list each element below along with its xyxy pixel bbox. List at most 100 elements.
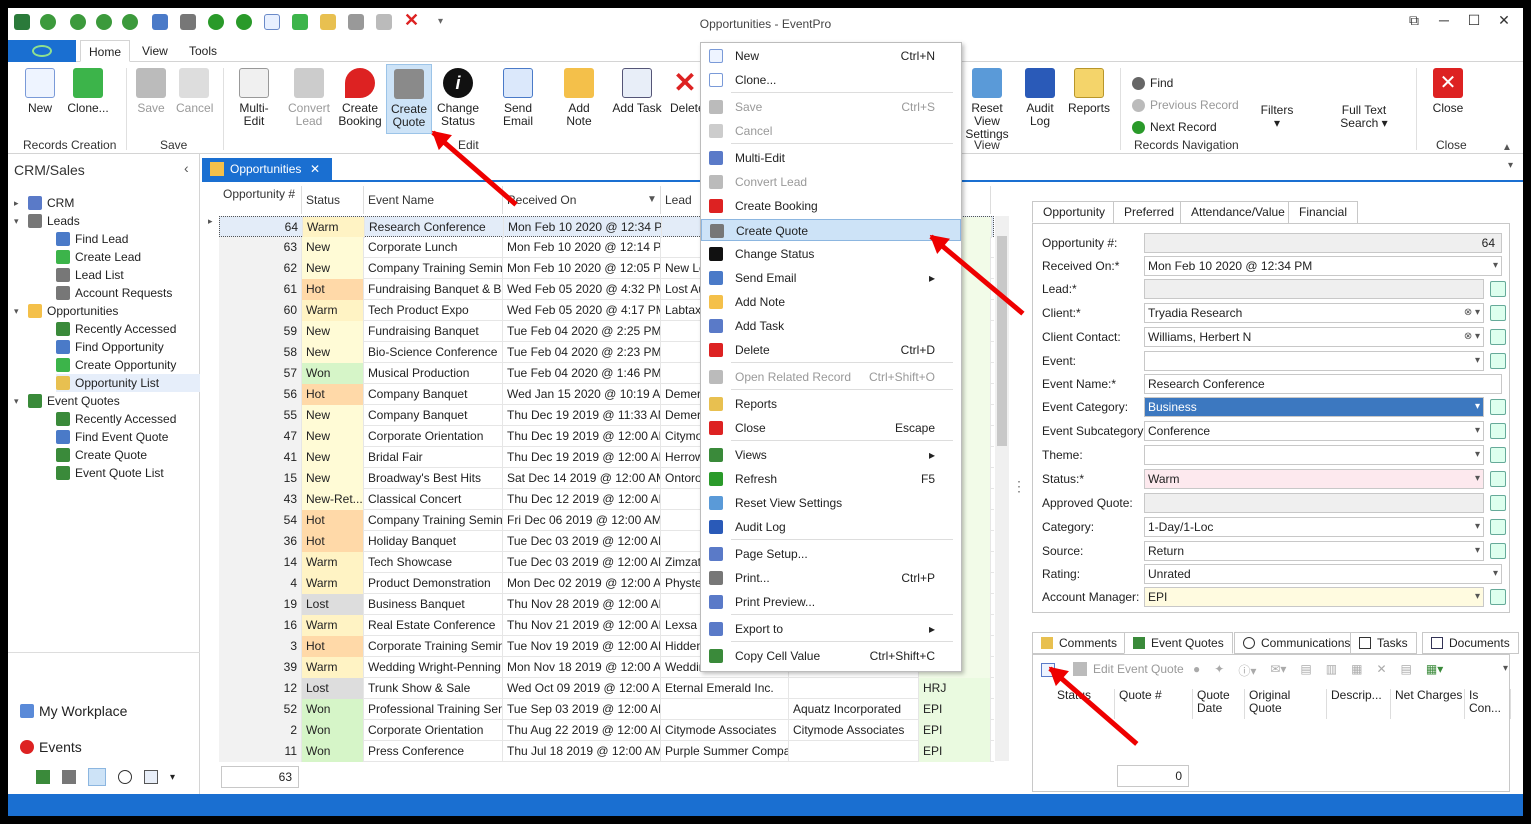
tab-tasks[interactable]: Tasks — [1350, 632, 1417, 654]
tab-event-quotes[interactable]: Event Quotes — [1124, 632, 1233, 654]
application-menu-button[interactable] — [8, 40, 76, 62]
table-row[interactable]: 11 Won Press Conference Thu Jul 18 2019 @ 1… — [219, 741, 994, 762]
lookup-button[interactable] — [1490, 495, 1506, 511]
dropdown-arrow-icon[interactable]: ▾ — [1475, 352, 1480, 370]
menu-item[interactable]: Create Booking — [701, 195, 961, 217]
module-icon-1[interactable] — [36, 770, 50, 784]
menu-item[interactable]: Send Email ▸ — [701, 267, 961, 289]
clear-icon[interactable]: ⊗ ▾ — [1464, 304, 1480, 322]
nav-item[interactable]: Recently Accessed — [56, 320, 176, 338]
multi-edit-button[interactable]: Multi-Edit — [230, 68, 278, 128]
doc-tabs-dropdown-icon[interactable]: ▾ — [1508, 160, 1513, 171]
field-input[interactable] — [1144, 493, 1484, 513]
dropdown-arrow-icon[interactable]: ▾ — [1475, 446, 1480, 464]
report-gray-icon[interactable]: ▤ — [1401, 662, 1412, 676]
scroll-thumb[interactable] — [997, 236, 1007, 446]
create-quote-button[interactable]: Create Quote — [386, 64, 432, 134]
edit-quote-icon[interactable] — [1073, 662, 1087, 676]
change-status-button[interactable]: i Change Status — [436, 68, 480, 128]
table-row[interactable]: 2 Won Corporate Orientation Thu Aug 22 2019… — [219, 720, 994, 741]
more-modules-icon[interactable]: ▾ — [170, 772, 175, 783]
menu-item[interactable]: Audit Log — [701, 516, 961, 538]
menu-item[interactable]: Print... Ctrl+P — [701, 567, 961, 589]
dropdown-arrow-icon[interactable]: ▾ — [1475, 518, 1480, 536]
full-text-search-button[interactable]: Full Text Search ▾ — [1334, 104, 1394, 130]
reports-button[interactable]: Reports — [1066, 68, 1112, 115]
menu-item[interactable]: New Ctrl+N — [701, 45, 961, 67]
quote-col-header[interactable]: Is Con... — [1465, 689, 1511, 719]
add-task-button[interactable]: Add Task — [612, 68, 662, 115]
nav-item[interactable]: ▾ Opportunities — [14, 302, 118, 320]
send-email-button[interactable]: Send Email — [490, 68, 546, 128]
delete-button[interactable]: ✕ Delete — [670, 68, 700, 115]
reset-view-settings-button[interactable]: Reset View Settings — [958, 68, 1016, 141]
toolbar-overflow-icon[interactable]: ▾ — [1503, 663, 1508, 674]
menu-item[interactable]: Cancel — [701, 120, 961, 142]
new-button[interactable]: New — [22, 68, 58, 115]
menu-item[interactable]: Print Preview... — [701, 591, 961, 613]
quote-col-header[interactable]: Descrip... — [1327, 689, 1391, 719]
lookup-button[interactable] — [1490, 543, 1506, 559]
menu-item[interactable]: Add Note — [701, 291, 961, 313]
menu-item[interactable]: Export to ▸ — [701, 618, 961, 640]
lookup-button[interactable] — [1490, 423, 1506, 439]
nav-item[interactable]: ▸ CRM — [14, 194, 74, 212]
tab-documents[interactable]: Documents — [1422, 632, 1519, 654]
close-tab-icon[interactable]: ✕ — [310, 158, 320, 180]
delete-gray-icon[interactable]: ✕ — [1376, 662, 1386, 676]
collapse-nav-icon[interactable]: ‹ — [184, 160, 189, 176]
tab-opportunity[interactable]: Opportunity — [1032, 201, 1117, 223]
info-gray-icon[interactable]: ⓘ▾ — [1238, 662, 1256, 678]
quote-col-header[interactable]: Quote Date — [1193, 689, 1245, 719]
dropdown-arrow-icon[interactable]: ▾ — [1475, 398, 1480, 416]
clear-icon[interactable]: ⊗ ▾ — [1464, 328, 1480, 346]
edit-event-quote-button[interactable]: Edit Event Quote — [1093, 662, 1184, 676]
module-icon-2[interactable] — [62, 770, 76, 784]
tab-preferred[interactable]: Preferred — [1113, 201, 1186, 223]
field-input[interactable]: Unrated ▾ — [1144, 564, 1502, 584]
nav-item[interactable]: Opportunity List — [56, 374, 200, 392]
task-module-icon[interactable] — [144, 770, 158, 784]
events-item[interactable]: Events — [20, 738, 82, 756]
dropdown-arrow-icon[interactable]: ▾ — [1475, 422, 1480, 440]
lookup-button[interactable] — [1490, 519, 1506, 535]
pin-gray-icon[interactable]: ✦ — [1214, 662, 1224, 676]
previous-record-button[interactable]: Previous Record — [1132, 98, 1239, 112]
lookup-button[interactable] — [1490, 589, 1506, 605]
field-input[interactable] — [1144, 279, 1484, 299]
menu-item[interactable]: Save Ctrl+S — [701, 96, 961, 118]
find-button[interactable]: Find — [1132, 76, 1173, 90]
col-header-received-on[interactable]: Received On — [503, 186, 661, 214]
nav-item[interactable]: ▾ Leads — [14, 212, 80, 230]
table-row[interactable]: 12 Lost Trunk Show & Sale Wed Oct 09 2019 @… — [219, 678, 994, 699]
restore-ribbon-icon[interactable]: ⧉ — [1403, 12, 1425, 29]
next-record-button[interactable]: Next Record — [1132, 120, 1217, 134]
dropdown-arrow-icon[interactable]: ▾ — [1475, 542, 1480, 560]
menu-item[interactable]: Refresh F5 — [701, 468, 961, 490]
close-window-button[interactable]: ✕ — [1493, 12, 1515, 29]
expand-icon[interactable]: ▾ — [14, 216, 19, 227]
grid-gray-icon[interactable]: ▦ — [1351, 662, 1362, 676]
field-input[interactable]: Tryadia Research ⊗ ▾ — [1144, 303, 1484, 323]
nav-item[interactable]: Recently Accessed — [56, 410, 176, 428]
field-input[interactable]: Williams, Herbert N ⊗ ▾ — [1144, 327, 1484, 347]
nav-item[interactable]: ▾ Event Quotes — [14, 392, 120, 410]
lookup-button[interactable] — [1490, 281, 1506, 297]
menu-item[interactable]: Clone... — [701, 69, 961, 91]
tab-view[interactable]: View — [142, 44, 168, 58]
expand-icon[interactable]: ▸ — [14, 198, 19, 209]
menu-item[interactable]: Reports — [701, 393, 961, 415]
collapse-ribbon-icon[interactable]: ▲ — [1502, 142, 1512, 153]
views-green-icon[interactable]: ▦▾ — [1426, 662, 1443, 676]
tab-comments[interactable]: Comments — [1032, 632, 1127, 654]
lookup-button[interactable] — [1490, 305, 1506, 321]
nav-item[interactable]: Event Quote List — [56, 464, 164, 482]
field-input[interactable]: Business ▾ — [1144, 397, 1484, 417]
col-header-status[interactable]: Status — [302, 186, 364, 214]
table-row[interactable]: 52WonProfessional Training Sem...Tue Sep… — [219, 699, 994, 720]
menu-item[interactable]: Page Setup... — [701, 543, 961, 565]
audit-log-button[interactable]: Audit Log — [1022, 68, 1058, 128]
field-input[interactable]: Research Conference — [1144, 374, 1502, 394]
field-input[interactable]: ▾ — [1144, 445, 1484, 465]
quote-col-header[interactable]: Net Charges — [1391, 689, 1465, 719]
